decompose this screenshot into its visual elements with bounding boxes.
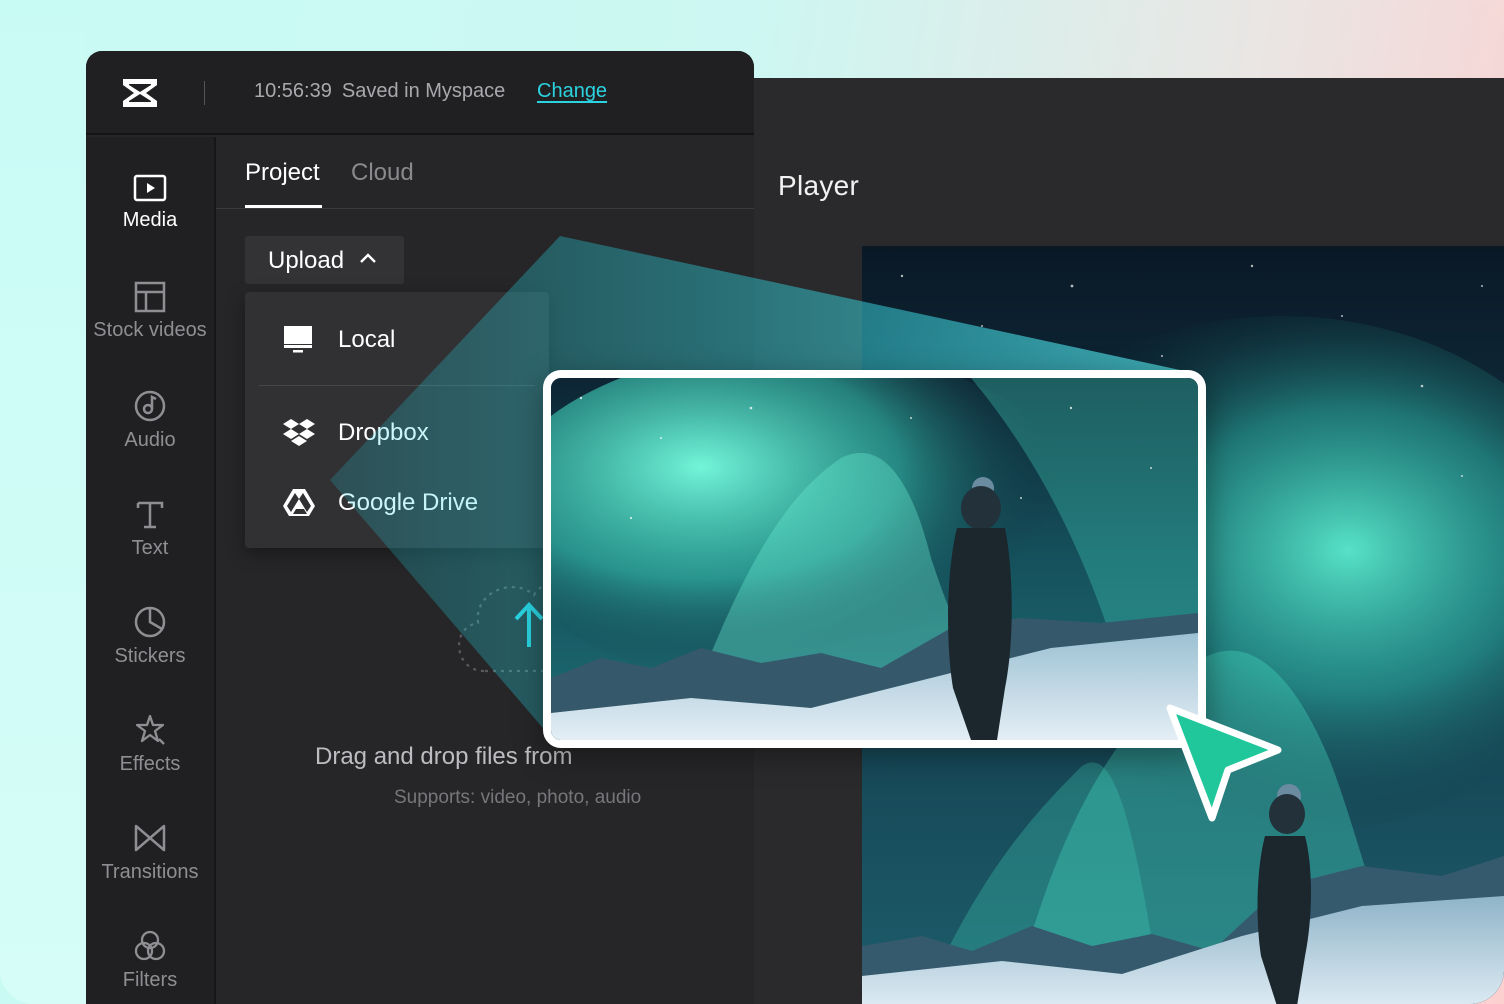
sidebar-item-label: Text [131, 537, 169, 559]
sidebar-item-label: Filters [122, 969, 178, 991]
sidebar-item-label: Stock videos [93, 319, 207, 341]
background [0, 0, 86, 1004]
sidebar-item-label: Stickers [114, 645, 186, 667]
upload-button[interactable]: Upload [245, 236, 404, 284]
audio-icon [134, 390, 166, 422]
save-time: 10:56:39 [254, 80, 332, 102]
menu-item-label: Dropbox [338, 419, 429, 446]
sidebar-item-label: Effects [119, 753, 181, 775]
dropbox-icon [283, 419, 315, 446]
menu-item-label: Google Drive [338, 489, 479, 516]
active-tab-indicator [245, 205, 322, 208]
media-tabs: Project Cloud [216, 137, 754, 209]
pointer-cursor-icon [1166, 704, 1282, 822]
effects-icon [135, 714, 165, 745]
save-status-text: Saved in Myspace [341, 80, 506, 102]
tab-cloud[interactable]: Cloud [351, 159, 414, 187]
text-icon [136, 501, 164, 529]
upload-menu-dropbox[interactable]: Dropbox [245, 402, 549, 462]
sidebar: Media Stock videos Audio Text Stickers E… [86, 137, 216, 1004]
capcut-logo-icon [123, 79, 157, 107]
tab-project[interactable]: Project [245, 159, 320, 187]
sidebar-item-label: Audio [124, 429, 176, 451]
chevron-up-icon [360, 253, 376, 263]
sidebar-item-filters[interactable]: Filters [86, 929, 214, 1004]
upload-menu: Local Dropbox Google Drive [245, 292, 549, 548]
sidebar-item-label: Media [122, 209, 178, 231]
app-frame: Player 10:56:39 Saved in Myspace Change … [0, 0, 1504, 1004]
drop-zone-subtitle: Supports: video, photo, audio [394, 787, 642, 808]
menu-item-label: Local [338, 326, 396, 353]
stickers-icon [134, 606, 166, 638]
player-title: Player [778, 170, 860, 201]
stock-videos-icon [134, 281, 166, 313]
sidebar-item-effects[interactable]: Effects [86, 713, 214, 803]
sidebar-item-label: Transitions [101, 861, 199, 883]
sidebar-item-transitions[interactable]: Transitions [86, 821, 214, 911]
upload-button-label: Upload [268, 247, 345, 274]
sidebar-item-stickers[interactable]: Stickers [86, 605, 214, 695]
transitions-icon [134, 824, 166, 852]
zoomed-preview-card [543, 370, 1206, 748]
sidebar-item-audio[interactable]: Audio [86, 389, 214, 479]
menu-divider [259, 385, 535, 386]
top-bar: 10:56:39 Saved in Myspace Change [86, 51, 754, 135]
drop-zone-title: Drag and drop files from [315, 743, 573, 770]
upload-menu-local[interactable]: Local [245, 309, 549, 369]
filters-icon [134, 930, 166, 961]
header-divider [204, 81, 205, 105]
google-drive-icon [283, 489, 315, 516]
upload-menu-google-drive[interactable]: Google Drive [245, 472, 549, 532]
change-location-link[interactable]: Change [537, 80, 607, 103]
sidebar-item-text[interactable]: Text [86, 497, 214, 587]
monitor-icon [284, 326, 312, 353]
media-icon [133, 174, 167, 202]
sidebar-item-media[interactable]: Media [86, 173, 214, 263]
sidebar-item-stock-videos[interactable]: Stock videos [86, 281, 214, 371]
save-status: 10:56:39 Saved in Myspace [254, 80, 505, 103]
